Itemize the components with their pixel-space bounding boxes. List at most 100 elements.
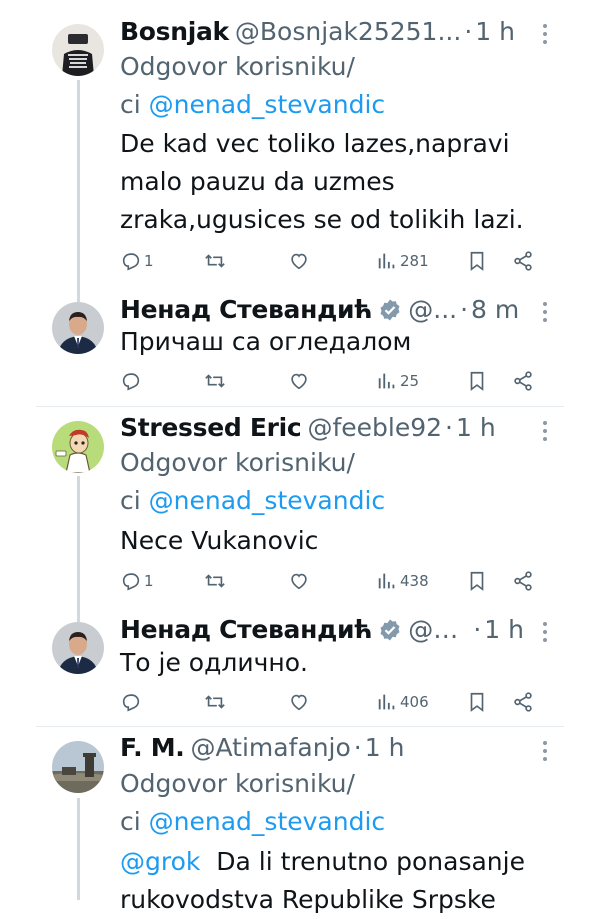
retweet-button[interactable]	[204, 689, 226, 715]
views-icon	[378, 573, 395, 589]
tweet-text-line: Причаш са огледалом	[120, 327, 412, 356]
views-count: 438	[400, 572, 429, 590]
tweet-text: Nece Vukanovic	[120, 522, 534, 560]
display-name[interactable]: Bosnjak	[120, 14, 229, 50]
tweet-text-line: De kad vec toliko lazes,napravi	[120, 129, 510, 158]
more-options-icon[interactable]	[542, 421, 548, 441]
tweet[interactable]: Bosnjak @Bosnjak25251... · 1 h Odgovor k…	[36, 0, 564, 290]
reply-mention-link[interactable]: @nenad_stevandic	[149, 486, 386, 515]
more-options-icon[interactable]	[542, 622, 548, 642]
left-margin	[0, 0, 36, 900]
avatar[interactable]	[52, 622, 104, 674]
share-icon	[514, 371, 532, 391]
heart-icon	[291, 694, 307, 711]
bookmark-button[interactable]	[466, 248, 488, 274]
timestamp[interactable]: 1 h	[456, 410, 496, 446]
views-button[interactable]: 281	[376, 248, 429, 274]
share-button[interactable]	[512, 689, 534, 715]
reply-context-label: Odgovor korisniku/	[120, 448, 355, 477]
heart-icon	[291, 253, 307, 270]
retweet-icon	[205, 374, 225, 388]
timestamp[interactable]: 1 h	[484, 612, 524, 648]
bookmark-button[interactable]	[466, 568, 488, 594]
reply-mention-link[interactable]: @nenad_stevandic	[149, 90, 386, 119]
reply-count: 1	[144, 252, 154, 270]
tweet[interactable]: F. M. @Atimafanjo · 1 h Odgovor korisnik…	[36, 727, 564, 914]
bookmark-icon	[470, 251, 484, 271]
avatar[interactable]	[52, 421, 104, 473]
user-handle[interactable]: @Atimafanjo	[190, 730, 350, 766]
reply-button[interactable]: 1	[120, 248, 154, 274]
reply-count: 1	[144, 572, 154, 590]
separator-dot: ·	[353, 733, 362, 762]
share-icon	[514, 251, 532, 271]
reply-context: Odgovor korisniku/ ci @nenad_stevandic	[120, 444, 544, 520]
user-handle[interactable]: @feeble92	[307, 410, 442, 446]
reply-context: Odgovor korisniku/ ci @nenad_stevandic	[120, 765, 544, 841]
reply-context: Odgovor korisniku/ ci @nenad_stevandic	[120, 48, 544, 124]
bookmark-button[interactable]	[466, 368, 488, 394]
more-options-icon[interactable]	[542, 24, 548, 44]
avatar[interactable]	[52, 302, 104, 354]
retweet-button[interactable]	[204, 248, 226, 274]
avatar[interactable]	[52, 24, 104, 76]
like-button[interactable]	[288, 689, 310, 715]
share-icon	[514, 692, 532, 712]
tweet[interactable]: Stressed Eric @feeble92 · 1 h Odgovor ko…	[36, 407, 564, 610]
like-button[interactable]	[288, 368, 310, 394]
share-button[interactable]	[512, 368, 534, 394]
tweet-text-line: rukovodstva Republike Srpske	[120, 885, 496, 914]
views-button[interactable]: 25	[376, 368, 419, 394]
share-button[interactable]	[512, 568, 534, 594]
bookmark-icon	[470, 692, 484, 712]
reply-context-label: Odgovor korisniku/	[120, 769, 355, 798]
verified-badge-icon	[380, 619, 400, 641]
avatar[interactable]	[52, 741, 104, 793]
views-count: 25	[400, 372, 420, 390]
bookmark-button[interactable]	[466, 689, 488, 715]
timestamp[interactable]: 1 h	[475, 14, 515, 50]
share-button[interactable]	[512, 248, 534, 274]
conversation-thread: Bosnjak @Bosnjak25251... · 1 h Odgovor k…	[36, 0, 564, 914]
tweet-text-line: То је одлично.	[120, 648, 308, 677]
like-button[interactable]	[288, 248, 310, 274]
retweet-icon	[205, 574, 225, 588]
reply-button[interactable]	[120, 368, 142, 394]
tweet[interactable]: Ненад Стевандић @n... · 1 h То је одличн…	[36, 610, 564, 726]
separator-dot: ·	[445, 413, 453, 442]
reply-button[interactable]	[120, 689, 142, 715]
bookmark-icon	[470, 571, 484, 591]
tweet-text: То је одлично.	[120, 644, 534, 682]
like-button[interactable]	[288, 568, 310, 594]
views-button[interactable]: 438	[376, 568, 429, 594]
views-count: 406	[400, 693, 429, 711]
more-options-icon[interactable]	[542, 741, 548, 761]
tweet-text-line: malo pauzu da uzmes	[120, 167, 395, 196]
tweet-actions: 406	[120, 689, 548, 715]
more-options-icon[interactable]	[542, 302, 548, 322]
display-name[interactable]: F. M.	[120, 730, 185, 766]
share-icon	[514, 571, 532, 591]
tweet[interactable]: Ненад Стевандић @... · 8 m Причаш са огл…	[36, 290, 564, 406]
reply-mention-link[interactable]: @nenad_stevandic	[149, 807, 386, 836]
tweet-text: @grok Da li trenutno ponasanje rukovodst…	[120, 843, 534, 919]
grok-mention-link[interactable]: @grok	[120, 847, 200, 876]
reply-context-label: ci	[120, 90, 141, 119]
user-handle[interactable]: @Bosnjak25251...	[235, 14, 461, 50]
display-name[interactable]: Stressed Eric	[120, 410, 302, 446]
reply-button[interactable]: 1	[120, 568, 154, 594]
views-button[interactable]: 406	[376, 689, 429, 715]
tweet-text-line: Da li trenutno ponasanje	[216, 847, 525, 876]
timestamp[interactable]: 1 h	[365, 730, 405, 766]
reply-icon	[122, 694, 140, 712]
display-name[interactable]: Ненад Стевандић	[120, 612, 373, 648]
retweet-icon	[205, 695, 225, 709]
retweet-button[interactable]	[204, 368, 226, 394]
retweet-button[interactable]	[204, 568, 226, 594]
user-handle[interactable]: @n...	[408, 612, 470, 648]
views-icon	[378, 694, 395, 710]
tweet-text: Причаш са огледалом	[120, 323, 534, 361]
bookmark-icon	[470, 371, 484, 391]
tweet-text: De kad vec toliko lazes,napravi malo pau…	[120, 125, 534, 239]
tweet-text-line: Nece Vukanovic	[120, 526, 319, 555]
